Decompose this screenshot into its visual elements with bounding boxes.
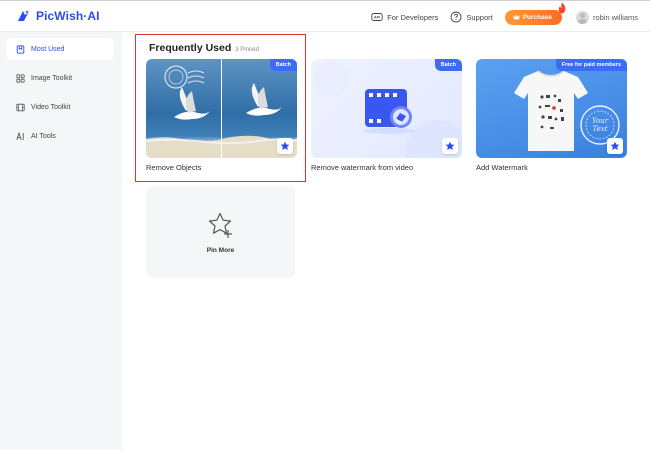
pin-button[interactable]	[607, 138, 623, 154]
app-logo-text: PicWish·AI	[36, 9, 100, 23]
pin-more-label: Pin More	[206, 246, 235, 254]
ai-icon	[16, 131, 24, 140]
avatar	[575, 10, 589, 24]
svg-text:API: API	[374, 16, 380, 20]
sidebar-item-label: Most Used	[31, 45, 65, 53]
help-icon	[450, 11, 462, 23]
svg-text:Text: Text	[592, 125, 607, 133]
purchase-button[interactable]: Purchase	[504, 2, 566, 25]
top-bar: PicWish·AI API For Developers Support Pu…	[0, 0, 650, 32]
support-link[interactable]: Support	[450, 11, 493, 23]
purchase-label: Purchase	[522, 13, 552, 21]
flame-icon	[558, 2, 566, 13]
svg-text:Your: Your	[592, 117, 609, 125]
username: robin williams	[592, 12, 638, 22]
card-label-remove-watermark-video[interactable]: Remove watermark from video	[311, 163, 413, 172]
star-filled-icon	[445, 141, 455, 150]
sidebar-item-label: Image Toolkit	[31, 74, 73, 82]
add-watermark-thumbnail: Your Text	[514, 70, 620, 151]
card-add-watermark[interactable]: Your Text Free for paid members	[476, 59, 627, 158]
star-plus-icon	[208, 212, 232, 238]
star-filled-icon	[610, 141, 620, 150]
crown-icon	[513, 14, 520, 20]
pin-button[interactable]	[442, 138, 458, 154]
highlight-frame	[135, 34, 306, 182]
card-label-add-watermark[interactable]: Add Watermark	[476, 163, 528, 172]
sidebar: Most Used Image Toolkit Video Toolkit AI…	[0, 32, 122, 450]
api-icon: API	[371, 13, 383, 21]
for-developers-label: For Developers	[387, 12, 439, 22]
picwish-logo-icon	[18, 10, 29, 21]
remove-watermark-video-thumbnail	[313, 61, 462, 158]
support-label: Support	[466, 12, 493, 22]
batch-tag: Batch	[434, 59, 462, 71]
sidebar-item-video-toolkit[interactable]: Video Toolkit	[6, 96, 114, 118]
sidebar-item-ai-tools[interactable]: AI Tools	[6, 125, 114, 147]
grid-icon	[16, 73, 25, 83]
sidebar-item-image-toolkit[interactable]: Image Toolkit	[6, 67, 114, 89]
sidebar-item-label: Video Toolkit	[31, 103, 71, 111]
user-menu[interactable]: robin williams	[575, 10, 638, 24]
free-for-paid-tag: Free for paid members	[555, 59, 627, 71]
bookmark-icon	[16, 44, 25, 54]
for-developers-link[interactable]: API For Developers	[371, 11, 438, 23]
film-icon	[16, 103, 25, 111]
card-remove-watermark-video[interactable]: Batch	[311, 59, 462, 158]
app-logo[interactable]: PicWish·AI	[16, 9, 100, 23]
sidebar-item-most-used[interactable]: Most Used	[6, 38, 114, 60]
top-right-actions: API For Developers Support Purchase robi…	[371, 2, 638, 27]
sidebar-item-label: AI Tools	[31, 132, 56, 140]
pin-more-button[interactable]: Pin More	[146, 186, 295, 278]
